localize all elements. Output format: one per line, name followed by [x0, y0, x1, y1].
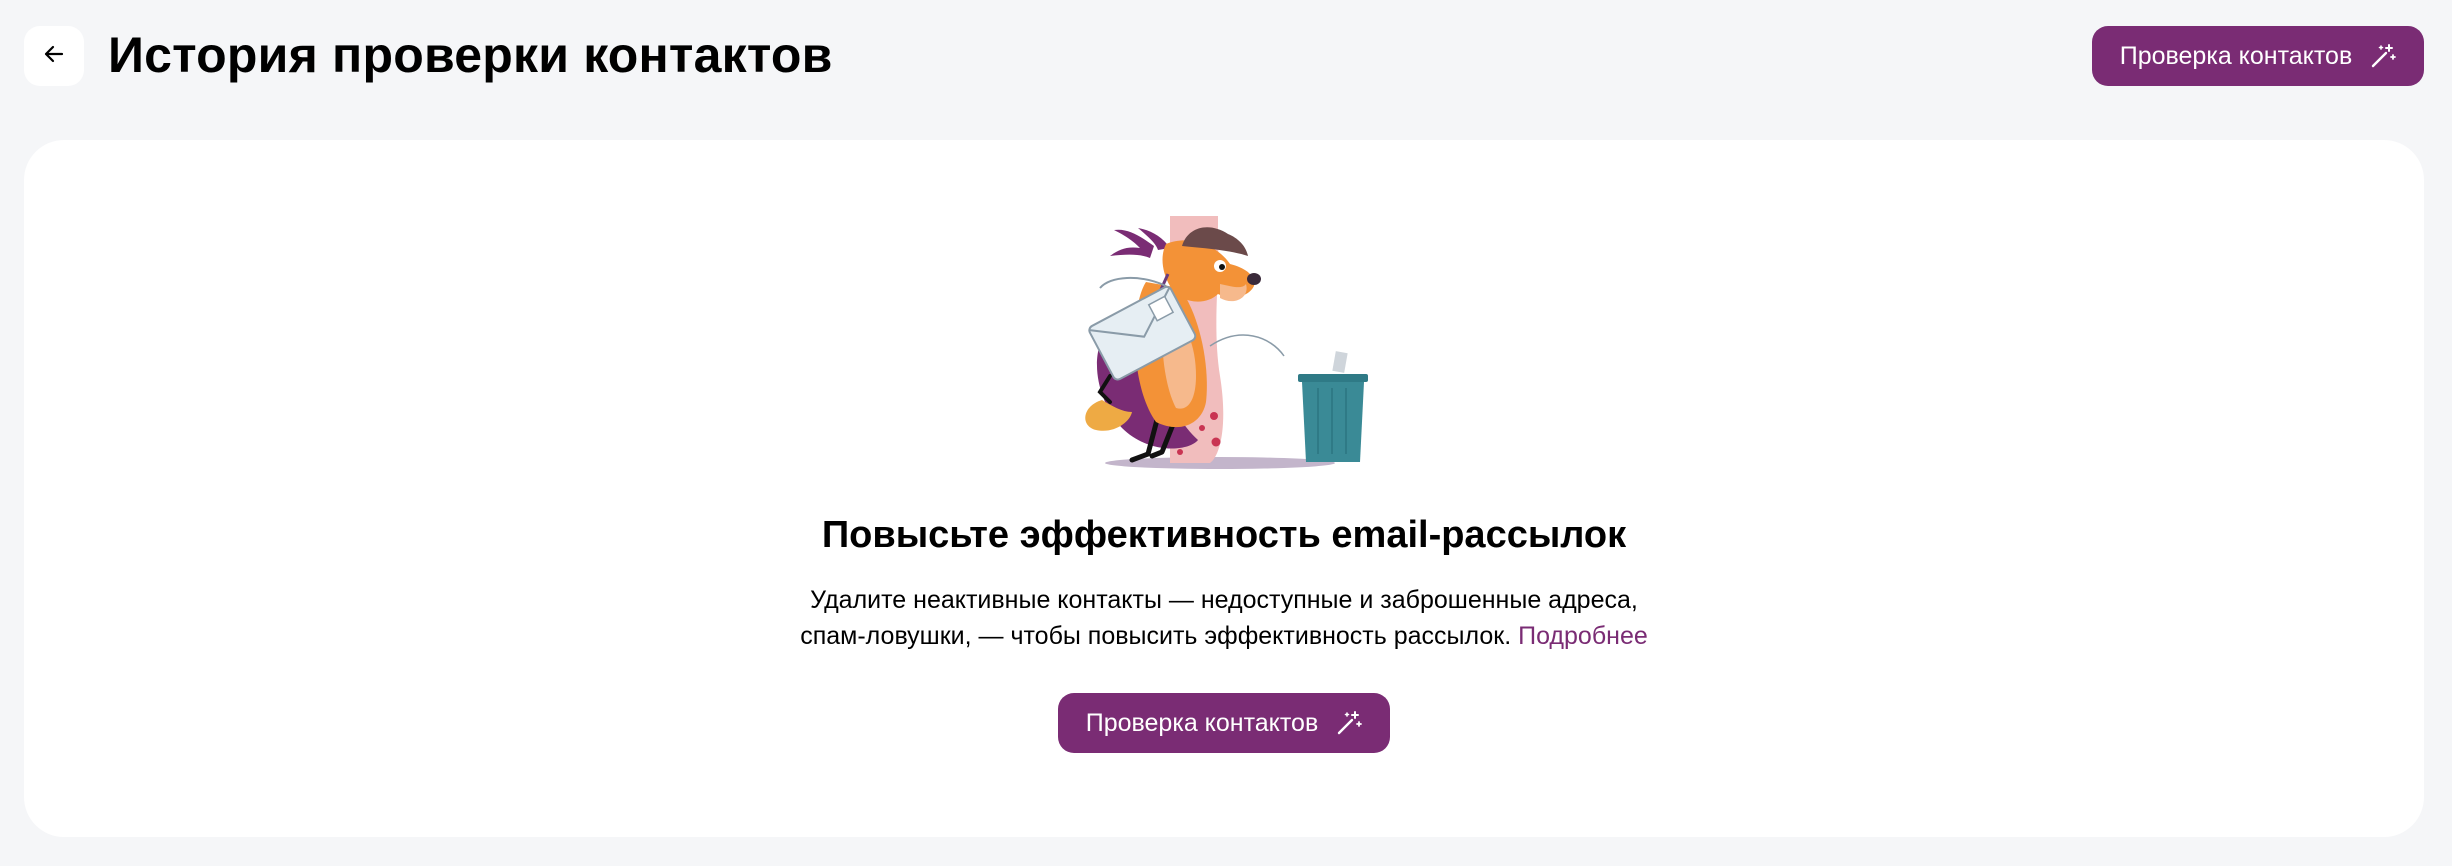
- back-button[interactable]: [24, 26, 84, 86]
- arrow-left-icon: [43, 43, 65, 70]
- dog-courier-trash-illustration: [1070, 216, 1400, 476]
- check-contacts-label: Проверка контактов: [1085, 708, 1319, 737]
- check-contacts-header-button[interactable]: Проверка контактов: [2092, 26, 2424, 86]
- page-title: История проверки контактов: [108, 27, 833, 83]
- description-line-2: спам-ловушки, — чтобы повысить эффективн…: [800, 622, 1512, 650]
- description-line-1: Удалите неактивные контакты — недоступны…: [810, 586, 1638, 614]
- empty-state-description: Удалите неактивные контакты — недоступны…: [724, 582, 1724, 654]
- check-contacts-label: Проверка контактов: [2119, 41, 2353, 70]
- learn-more-link[interactable]: Подробнее: [1518, 622, 1648, 650]
- magic-wand-icon: [1336, 710, 1363, 736]
- check-contacts-button[interactable]: Проверка контактов: [1058, 693, 1390, 753]
- empty-state-title: Повысьте эффективность email-рассылок: [821, 514, 1627, 556]
- empty-state-card: Повысьте эффективность email-рассылок Уд…: [24, 140, 2424, 837]
- magic-wand-icon: [2370, 43, 2397, 69]
